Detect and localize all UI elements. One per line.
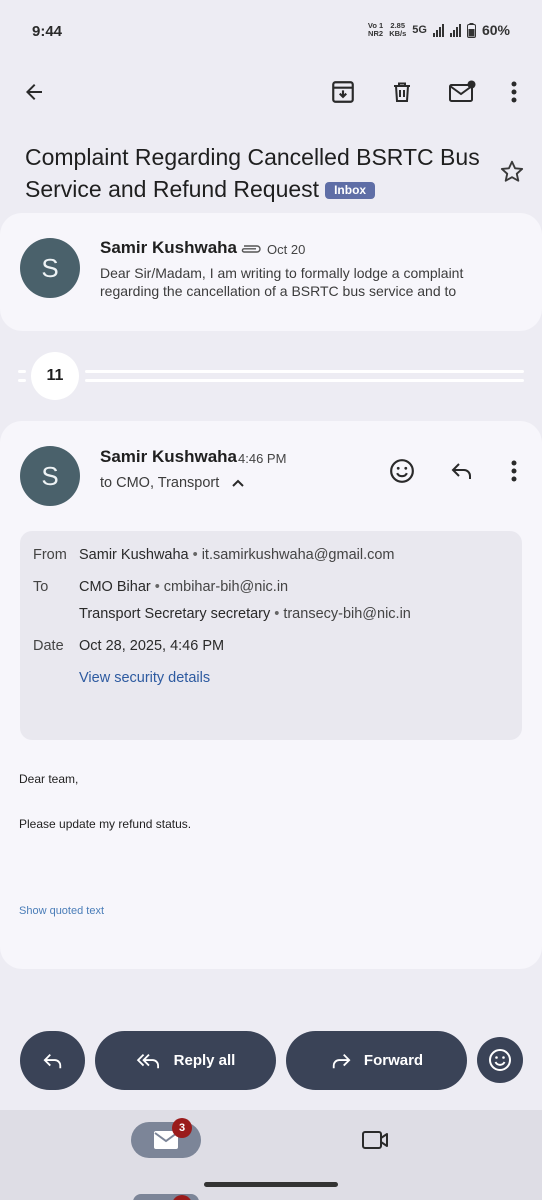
emoji-icon	[390, 459, 414, 483]
video-icon	[362, 1131, 388, 1149]
volte-bottom: NR2	[368, 29, 384, 38]
from-label: From	[33, 547, 67, 563]
network-type: 5G	[412, 24, 427, 36]
status-bar: 9:44 Vo 1 NR2 2.85 KB/s 5G 60%	[0, 0, 542, 66]
to-1-email[interactable]: cmbihar-bih@nic.in	[164, 579, 288, 595]
react-emoji-button[interactable]	[382, 451, 422, 491]
archive-icon	[332, 81, 354, 103]
more-vert-icon	[511, 460, 517, 482]
volte-indicator: Vo 1 NR2	[368, 22, 383, 38]
signal-2-icon	[449, 23, 461, 37]
recipients-summary: to CMO, Transport	[100, 475, 220, 491]
attachment-icon	[241, 245, 261, 253]
message-more-button[interactable]	[494, 451, 534, 491]
top-toolbar	[0, 70, 542, 114]
nav-meet-tab[interactable]	[360, 1128, 390, 1152]
avatar: S	[20, 238, 80, 298]
to-label: To	[33, 579, 49, 595]
status-time: 9:44	[32, 23, 63, 40]
mark-unread-button[interactable]	[442, 72, 482, 112]
to-value-1: CMO Bihar • cmbihar-bih@nic.in	[79, 579, 288, 595]
open-message-sender: Samir Kushwaha	[100, 447, 237, 466]
inbox-label-chip[interactable]: Inbox	[325, 182, 376, 199]
back-button[interactable]	[14, 72, 54, 112]
more-options-button[interactable]	[494, 72, 534, 112]
collapsed-count[interactable]: 11	[31, 352, 79, 400]
collapsed-line	[18, 379, 26, 382]
separator: •	[192, 547, 198, 563]
archive-button[interactable]	[323, 72, 363, 112]
mark-unread-icon	[449, 80, 476, 102]
reply-all-icon	[136, 1053, 159, 1068]
star-icon	[500, 160, 524, 182]
avatar: S	[20, 446, 80, 506]
first-message-snippet: Dear Sir/Madam, I am writing to formally…	[100, 265, 464, 299]
collapsed-line	[18, 370, 26, 373]
first-message-date: Oct 20	[267, 242, 306, 257]
emoji-reaction-button[interactable]	[477, 1037, 523, 1083]
emoji-icon	[489, 1049, 511, 1071]
view-security-details-link[interactable]: View security details	[79, 670, 210, 686]
to-value-2: Transport Secretary secretary • transecy-b…	[79, 606, 411, 622]
mail-unread-badge: 3	[172, 1118, 192, 1138]
forward-icon	[332, 1053, 351, 1068]
from-email[interactable]: it.samirkushwaha@gmail.com	[202, 547, 395, 563]
body-greeting: Dear team,	[19, 772, 79, 786]
reply-all-button[interactable]: Reply all	[95, 1031, 276, 1090]
show-quoted-text-link[interactable]: Show quoted text	[19, 905, 104, 917]
from-name: Samir Kushwaha	[79, 547, 189, 563]
chevron-up-icon	[232, 479, 244, 487]
to-2-name: Transport Secretary secretary	[79, 606, 271, 622]
separator: •	[154, 579, 160, 595]
forward-label: Forward	[363, 1052, 424, 1069]
signal-1-icon	[432, 23, 444, 37]
reply-icon	[43, 1053, 61, 1068]
subject-line-2: Service and Refund Request	[25, 176, 320, 202]
reply-inline-button[interactable]	[442, 451, 482, 491]
delete-button[interactable]	[382, 72, 422, 112]
recipients-toggle[interactable]: to CMO, Transport	[100, 475, 245, 491]
reply-icon	[451, 463, 471, 479]
to-1-name: CMO Bihar	[79, 579, 151, 595]
collapsed-line	[85, 379, 524, 382]
star-button[interactable]	[498, 158, 526, 186]
more-vert-icon	[511, 81, 517, 103]
bottom-navigation: 3	[0, 1110, 542, 1200]
thread-subject: Complaint Regarding Cancelled BSRTC Bus …	[25, 141, 495, 205]
to-2-email[interactable]: transecy-bih@nic.in	[283, 606, 411, 622]
reply-button[interactable]	[20, 1031, 85, 1090]
back-arrow-icon	[26, 84, 42, 100]
first-message-sender: Samir Kushwaha	[100, 238, 237, 257]
delete-icon	[394, 82, 410, 102]
message-details-box: From Samir Kushwaha • it.samirkushwaha@gma…	[20, 531, 522, 740]
collapsed-line	[85, 370, 524, 373]
collapsed-messages-row[interactable]: 11	[0, 352, 542, 400]
open-message-time: 4:46 PM	[238, 451, 287, 466]
date-label: Date	[33, 638, 64, 654]
forward-button[interactable]: Forward	[286, 1031, 467, 1090]
battery-level: 60%	[481, 22, 510, 38]
home-indicator[interactable]	[204, 1182, 338, 1187]
date-value: Oct 28, 2025, 4:46 PM	[79, 638, 225, 654]
separator: •	[274, 606, 280, 622]
subject-line-1: Complaint Regarding Cancelled BSRTC Bus	[25, 144, 480, 170]
battery-icon	[466, 22, 476, 38]
from-value: Samir Kushwaha • it.samirkushwaha@gmail.co…	[79, 547, 395, 563]
reply-all-label: Reply all	[173, 1052, 236, 1069]
body-text: Please update my refund status.	[19, 817, 192, 831]
network-speed: 2.85 KB/s	[389, 22, 406, 38]
speed-unit: KB/s	[389, 29, 407, 38]
status-indicators: Vo 1 NR2 2.85 KB/s 5G 60%	[368, 22, 510, 39]
